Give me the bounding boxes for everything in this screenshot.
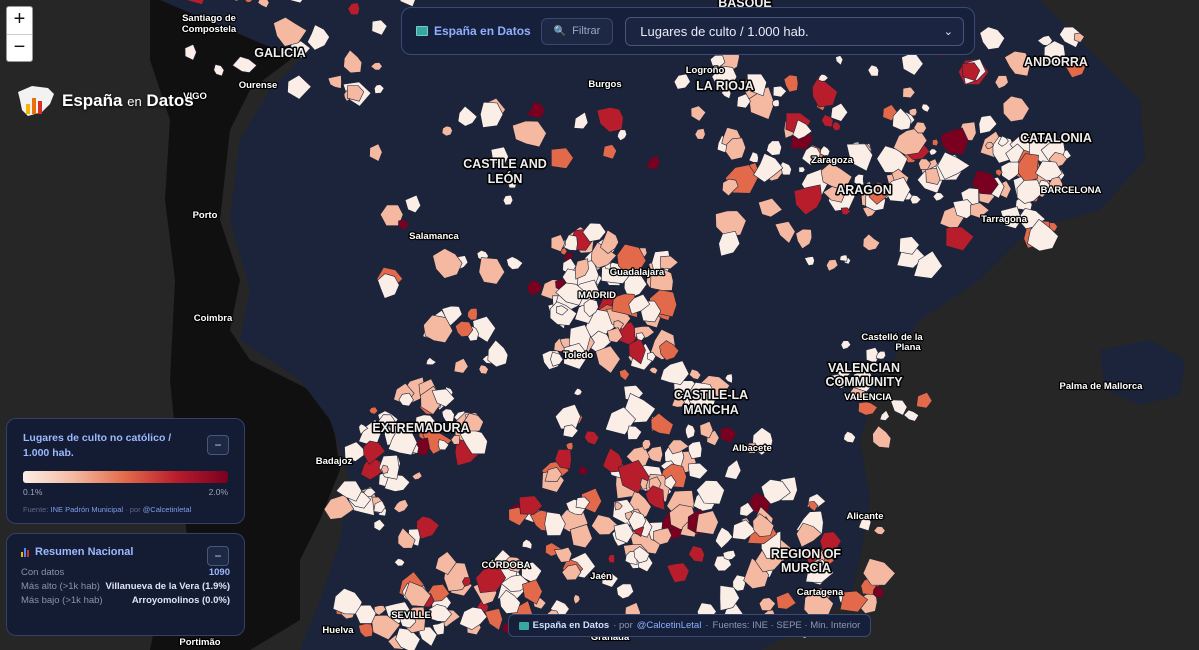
footer-sources: Fuentes: INE · SEPE · Min. Interior — [712, 620, 861, 631]
footer-brand[interactable]: España en Datos — [533, 620, 610, 631]
city-label: Alicante — [847, 511, 884, 522]
region-label: REGION OF — [771, 547, 842, 561]
city-label: BARCELONA — [1041, 185, 1102, 196]
city-label: Zaragoza — [811, 155, 853, 166]
site-logo[interactable]: España en Datos — [14, 82, 194, 120]
region-label: LA RIOJA — [696, 79, 754, 93]
city-label: Ourense — [239, 80, 278, 91]
summary-collapse-button[interactable]: − — [207, 546, 229, 566]
region-label: GALICIA — [254, 46, 305, 60]
summary-panel: Resumen Nacional − Con datos 1090 Más alt… — [6, 533, 245, 636]
legend-ticks: 0.1% 2.0% — [23, 487, 228, 497]
source-link[interactable]: INE Padrón Municipal — [51, 505, 124, 514]
city-label: CÓRDOBA — [481, 559, 530, 571]
legend-title: Lugares de culto no católico / 1.000 hab… — [23, 432, 172, 459]
city-label: Guadalajara — [610, 267, 665, 278]
logo-text: España en Datos — [62, 91, 194, 110]
zoom-control: + − — [6, 6, 33, 62]
attribution-footer: España en Datos · por @CalcetinLetal · F… — [508, 614, 871, 637]
legend-min: 0.1% — [23, 487, 43, 497]
spain-map-logo-icon — [18, 86, 54, 116]
city-label: MADRID — [578, 290, 616, 301]
region-label: CATALONIA — [1020, 131, 1092, 145]
municipality-cell[interactable] — [688, 440, 703, 460]
municipality-cell[interactable] — [839, 254, 848, 262]
search-icon: 🔍 — [553, 25, 567, 37]
book-icon — [416, 26, 428, 36]
city-label: Palma de Mallorca — [1060, 381, 1144, 392]
region-label: VALENCIAN — [828, 361, 900, 375]
city-label: Portimão — [179, 637, 220, 648]
municipality-cell[interactable] — [441, 125, 453, 137]
indicator-select[interactable]: Lugares de culto / 1.000 hab. ⌄ — [625, 16, 964, 46]
municipality-cell[interactable] — [381, 464, 389, 474]
toolbar-brand[interactable]: España en Datos — [416, 24, 531, 38]
legend-color-scale — [23, 471, 228, 483]
city-label: Coimbra — [194, 313, 233, 324]
city-label: SEVILLE — [391, 610, 431, 621]
toolbar-brand-label: España en Datos — [434, 24, 531, 38]
legend-source: Fuente: INE Padrón Municipal · por @Calc… — [23, 505, 192, 514]
city-label: Plana — [895, 342, 921, 353]
city-label: Logroño — [686, 65, 725, 76]
municipality-cell[interactable] — [771, 99, 780, 108]
city-label: Santiago de — [182, 13, 236, 24]
legend-max: 2.0% — [208, 487, 228, 497]
top-toolbar: España en Datos 🔍 Filtrar Lugares de cul… — [401, 7, 975, 55]
city-label: Toledo — [563, 350, 594, 361]
summary-title: Resumen Nacional — [21, 546, 230, 558]
filter-button-label: Filtrar — [572, 25, 601, 37]
city-label: Burgos — [588, 79, 621, 90]
book-icon — [518, 621, 529, 630]
city-label: Badajoz — [316, 456, 353, 467]
region-label: CASTILE AND — [463, 157, 547, 171]
region-label: ARAGON — [836, 183, 892, 197]
zoom-out-button[interactable]: − — [7, 34, 32, 61]
city-label: Porto — [193, 210, 218, 221]
city-label: Compostela — [182, 24, 237, 35]
legend-collapse-button[interactable]: − — [207, 435, 229, 455]
summary-row-highest: Más alto (>1k hab) Villanueva de la Vera … — [21, 581, 230, 592]
region-label: ANDORRA — [1024, 55, 1088, 69]
region-label: COMMUNITY — [825, 375, 903, 389]
zoom-in-button[interactable]: + — [7, 7, 32, 34]
city-label: Cartagena — [797, 587, 844, 598]
region-label: EXTREMADURA — [372, 421, 469, 435]
city-label: VALENCIA — [844, 392, 892, 403]
municipality-cell[interactable] — [908, 108, 918, 117]
footer-author-link[interactable]: @CalcetinLetal — [637, 620, 702, 631]
city-label: Albacete — [732, 443, 772, 454]
region-label: LEÓN — [488, 171, 523, 186]
summary-row-lowest: Más bajo (>1k hab) Arroyomolinos (0.0%) — [21, 595, 230, 606]
region-label: MURCIA — [781, 561, 831, 575]
summary-row-count: Con datos 1090 — [21, 567, 230, 578]
municipality-cell[interactable] — [932, 138, 939, 147]
city-label: Jaén — [590, 571, 612, 582]
city-label: Huelva — [322, 625, 354, 636]
city-label: Salamanca — [409, 231, 459, 242]
indicator-select-value: Lugares de culto / 1.000 hab. — [640, 23, 809, 39]
legend-panel: Lugares de culto no católico / 1.000 hab… — [6, 418, 245, 524]
bar-chart-icon — [21, 547, 29, 557]
region-label: CASTILE-LA — [674, 388, 748, 402]
chevron-down-icon: ⌄ — [943, 25, 953, 38]
author-link[interactable]: @Calcetinletal — [143, 505, 191, 514]
city-label: Tarragona — [981, 214, 1027, 225]
filter-button[interactable]: 🔍 Filtrar — [540, 17, 614, 45]
region-label: MANCHA — [683, 403, 739, 417]
